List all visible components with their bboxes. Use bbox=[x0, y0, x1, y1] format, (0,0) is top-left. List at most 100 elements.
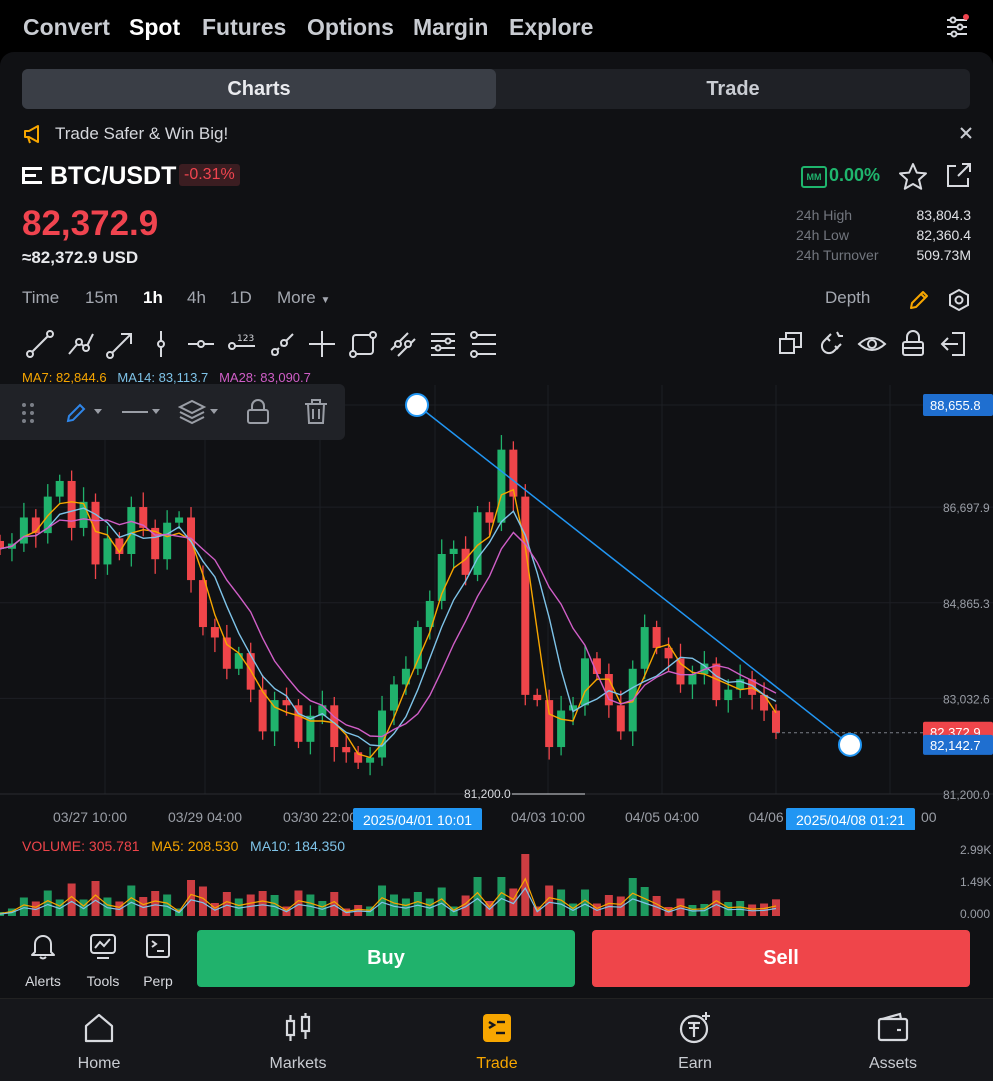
volume-bar bbox=[413, 892, 422, 916]
y-tick-label: 86,697.9 bbox=[943, 501, 990, 515]
stat-value: 83,804.3 bbox=[916, 207, 972, 223]
promo-banner[interactable]: Trade Safer & Win Big! bbox=[22, 120, 972, 148]
volume-bar bbox=[91, 881, 100, 916]
low-marker-label: 81,200.0 bbox=[464, 787, 511, 801]
favorite-star-icon[interactable] bbox=[898, 162, 928, 192]
pencil-draw-icon[interactable] bbox=[907, 288, 931, 312]
bottom-nav-trade[interactable]: Trade bbox=[437, 1011, 557, 1072]
vertical-line-tool-icon[interactable] bbox=[146, 328, 176, 360]
tf-more[interactable]: More ▼ bbox=[277, 288, 330, 308]
volume-bar bbox=[772, 899, 780, 916]
home-icon bbox=[84, 1013, 114, 1043]
measure-tool-icon[interactable]: 123 bbox=[227, 328, 257, 360]
channel-tool-icon[interactable] bbox=[388, 328, 418, 360]
brush-tool-icon[interactable] bbox=[267, 328, 297, 360]
candle-body bbox=[724, 689, 733, 701]
nav-spot[interactable]: Spot bbox=[129, 14, 180, 41]
y-tick-label: 81,200.0 bbox=[943, 788, 990, 802]
lock-drawing-icon[interactable] bbox=[245, 398, 273, 426]
tools-button[interactable]: Tools bbox=[73, 928, 133, 989]
candle-body bbox=[521, 496, 530, 695]
candle-body bbox=[760, 694, 769, 711]
candle-body bbox=[270, 700, 279, 732]
close-icon[interactable] bbox=[960, 127, 972, 139]
tf-time[interactable]: Time bbox=[22, 288, 59, 308]
trash-icon[interactable] bbox=[303, 398, 329, 426]
candle-body bbox=[234, 653, 243, 669]
mm-badge: MM bbox=[801, 166, 827, 188]
list-tool-icon[interactable] bbox=[469, 328, 499, 360]
trade-icon bbox=[483, 1014, 511, 1042]
tf-4h[interactable]: 4h bbox=[187, 288, 206, 308]
bottom-nav-label: Earn bbox=[678, 1055, 712, 1072]
depth-tab[interactable]: Depth bbox=[825, 288, 870, 308]
exit-icon[interactable] bbox=[938, 328, 968, 360]
x-tick-label: 03/29 04:00 bbox=[168, 809, 242, 825]
svg-text:123: 123 bbox=[237, 334, 254, 344]
nav-explore[interactable]: Explore bbox=[509, 14, 593, 41]
volume-bar bbox=[628, 878, 637, 916]
horizontal-line-tool-icon[interactable] bbox=[186, 328, 216, 360]
perp-button[interactable]: Perp bbox=[128, 928, 188, 989]
bottom-nav-earn[interactable]: Earn bbox=[635, 1011, 755, 1072]
crosshair-date-label: 2025/04/08 01:21 bbox=[796, 812, 905, 828]
crosshair-date-label: 2025/04/01 10:01 bbox=[363, 812, 472, 828]
line-style-icon[interactable] bbox=[120, 399, 164, 425]
bottom-nav-markets[interactable]: Markets bbox=[238, 1011, 358, 1072]
line-tool-icon[interactable] bbox=[25, 328, 55, 360]
lock-icon[interactable] bbox=[898, 328, 928, 360]
crosshair-tool-icon[interactable] bbox=[307, 328, 337, 360]
nav-convert[interactable]: Convert bbox=[23, 14, 110, 41]
mm-value: 0.00% bbox=[829, 165, 881, 185]
line-color-pencil-icon[interactable] bbox=[64, 399, 106, 425]
bottom-nav-assets[interactable]: Assets bbox=[833, 1011, 953, 1072]
bottom-nav-label: Assets bbox=[868, 1055, 917, 1072]
bottom-nav-label: Trade bbox=[476, 1055, 518, 1072]
alerts-button[interactable]: Alerts bbox=[13, 928, 73, 989]
rectangle-tool-icon[interactable] bbox=[348, 328, 378, 360]
share-external-icon[interactable] bbox=[944, 162, 972, 190]
layers-copy-icon[interactable] bbox=[776, 328, 806, 360]
tf-1h[interactable]: 1h bbox=[143, 288, 163, 308]
candle-body bbox=[616, 705, 625, 732]
ma7-label: MA7: 82,844.6 bbox=[22, 370, 107, 385]
price-chart[interactable]: 88,655.8 86,697.9 84,865.3 83,032.6 81,200.0… bbox=[0, 385, 993, 830]
sell-button[interactable]: Sell bbox=[592, 930, 970, 987]
view-toggle: Charts Trade bbox=[22, 69, 970, 109]
candle-body bbox=[198, 580, 207, 628]
volume-bar bbox=[222, 892, 231, 916]
bottom-nav: Home Markets Trade Earn Assets bbox=[0, 998, 993, 1081]
nav-margin[interactable]: Margin bbox=[413, 14, 488, 41]
buy-button[interactable]: Buy bbox=[197, 930, 575, 987]
caret-down-icon: ▼ bbox=[320, 295, 331, 306]
settings-sliders-icon[interactable] bbox=[945, 14, 971, 40]
drag-handle-icon[interactable] bbox=[20, 402, 36, 424]
pair-symbol[interactable]: BTC/USDT bbox=[50, 162, 176, 191]
indicator-settings-icon[interactable] bbox=[947, 288, 971, 312]
bottom-nav-home[interactable]: Home bbox=[39, 1011, 159, 1072]
nav-futures[interactable]: Futures bbox=[202, 14, 286, 41]
magnet-icon[interactable] bbox=[817, 328, 847, 360]
tab-trade[interactable]: Trade bbox=[496, 69, 970, 109]
earn-coin-icon bbox=[679, 1012, 710, 1044]
tf-1d[interactable]: 1D bbox=[230, 288, 252, 308]
layers-icon[interactable] bbox=[178, 398, 222, 426]
stat-label: 24h Low bbox=[796, 227, 849, 243]
volume-chart: 2.99K 1.49K 0.000 bbox=[0, 843, 991, 918]
candle-body bbox=[55, 480, 64, 497]
tf-15m[interactable]: 15m bbox=[85, 288, 118, 308]
pair-menu-icon[interactable] bbox=[22, 167, 44, 185]
candle-body bbox=[366, 757, 375, 763]
eye-icon[interactable] bbox=[857, 328, 887, 360]
volume-bar bbox=[127, 885, 136, 916]
arrow-tool-icon[interactable] bbox=[106, 328, 136, 360]
candle-body bbox=[640, 627, 649, 669]
polyline-tool-icon[interactable] bbox=[66, 328, 96, 360]
tab-charts[interactable]: Charts bbox=[22, 69, 496, 109]
x-tick-label: 03/27 10:00 bbox=[53, 809, 127, 825]
fib-tool-icon[interactable] bbox=[428, 328, 458, 360]
stat-value: 509.73M bbox=[916, 247, 971, 263]
volume-bar bbox=[616, 896, 625, 916]
y-tick-label: 84,865.3 bbox=[943, 597, 990, 611]
nav-options[interactable]: Options bbox=[307, 14, 394, 41]
